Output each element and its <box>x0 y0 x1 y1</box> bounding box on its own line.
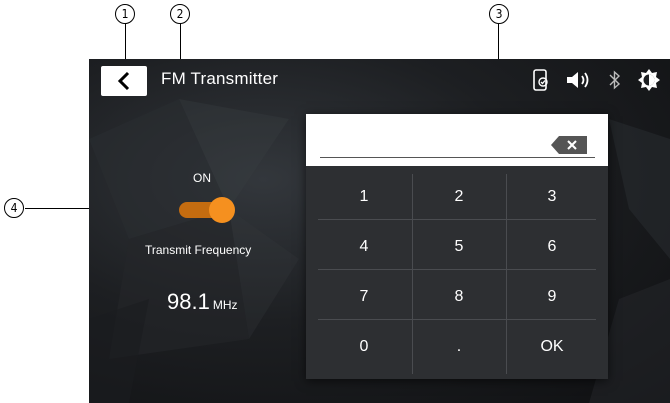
transmitter-toggle[interactable] <box>179 197 235 223</box>
frequency-label: Transmit Frequency <box>145 243 252 257</box>
key-2[interactable]: 2 <box>409 172 509 222</box>
toggle-knob <box>209 197 235 223</box>
frequency-entry-field[interactable] <box>306 114 608 166</box>
frequency-value: 98.1 <box>167 289 210 314</box>
key-8[interactable]: 8 <box>409 272 509 322</box>
keypad-keys: 1 2 3 4 5 6 7 8 9 0 . OK <box>306 169 608 379</box>
bluetooth-icon[interactable] <box>608 70 622 90</box>
header-bar: FM Transmitter <box>89 59 670 103</box>
key-9[interactable]: 9 <box>502 272 602 322</box>
key-3[interactable]: 3 <box>502 172 602 222</box>
callout-2-leader <box>180 24 182 64</box>
status-icons <box>516 65 660 95</box>
page-title: FM Transmitter <box>161 69 279 88</box>
chevron-left-icon <box>117 71 130 91</box>
callout-1: 1 <box>115 4 135 24</box>
key-5[interactable]: 5 <box>409 222 509 272</box>
callout-4: 4 <box>4 198 24 218</box>
key-1[interactable]: 1 <box>314 172 414 222</box>
frequency-unit: MHz <box>212 298 238 312</box>
key-6[interactable]: 6 <box>502 222 602 272</box>
key-4[interactable]: 4 <box>314 222 414 272</box>
brightness-icon[interactable] <box>638 69 660 91</box>
frequency-display[interactable]: 98.1 MHz <box>167 289 238 315</box>
entry-underline <box>320 157 595 158</box>
backspace-icon[interactable] <box>551 136 587 154</box>
phone-link-icon[interactable] <box>532 69 550 91</box>
key-0[interactable]: 0 <box>314 322 414 372</box>
key-decimal[interactable]: . <box>409 322 509 372</box>
callout-2: 2 <box>170 4 190 24</box>
callout-1-leader <box>125 24 127 64</box>
back-button[interactable] <box>101 66 147 96</box>
toggle-state-label: ON <box>193 171 211 185</box>
numeric-keypad: 1 2 3 4 5 6 7 8 9 0 . OK <box>306 114 608 379</box>
volume-icon[interactable] <box>566 71 592 89</box>
key-7[interactable]: 7 <box>314 272 414 322</box>
key-ok[interactable]: OK <box>502 322 602 372</box>
device-screen: FM Transmitter ON Transmit Frequency 98.… <box>89 59 670 403</box>
callout-3: 3 <box>489 4 509 24</box>
